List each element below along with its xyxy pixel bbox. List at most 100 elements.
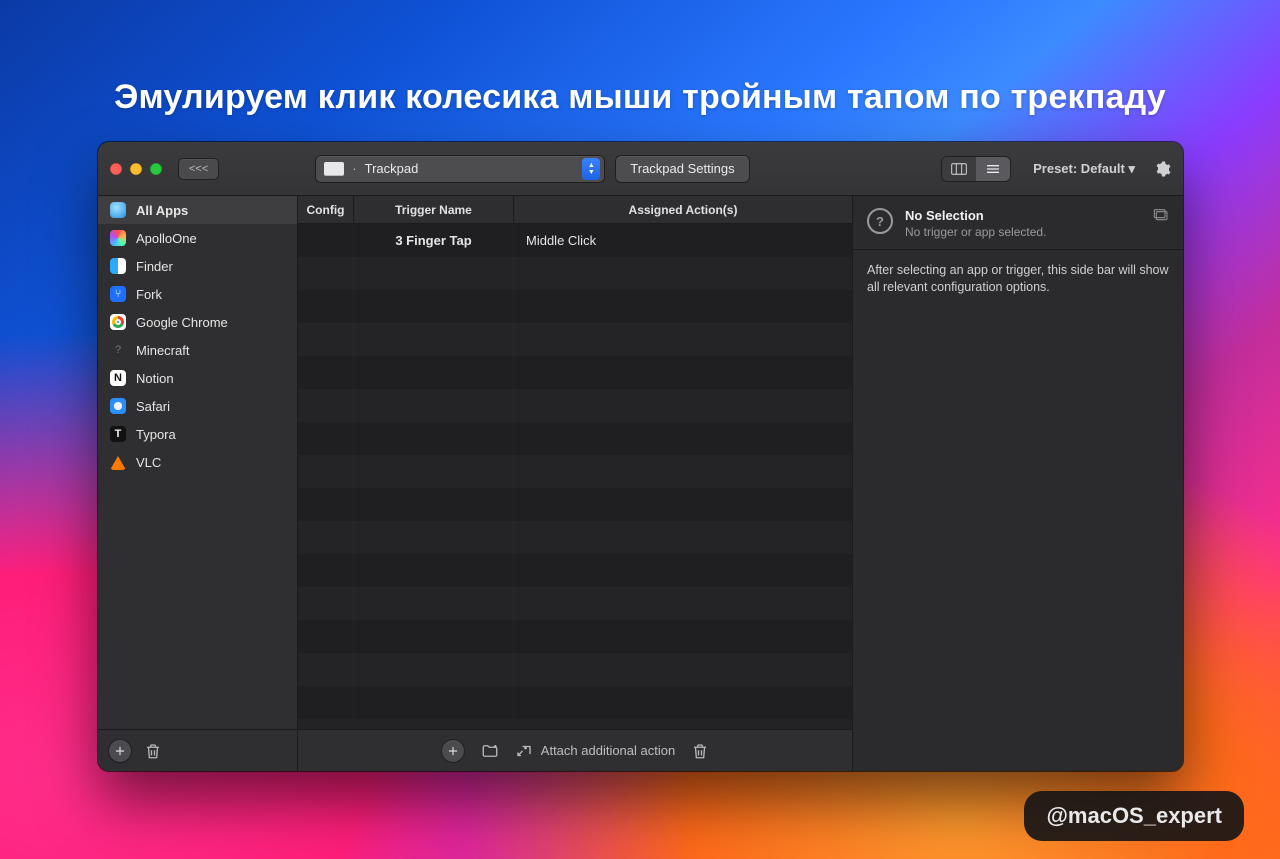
add-group-button[interactable] [481,742,499,760]
sidebar-item[interactable]: TTypora [98,420,297,448]
cell-config [298,587,354,620]
cell-config [298,389,354,422]
attach-icon [515,742,533,760]
table-row [298,554,852,587]
table-row [298,587,852,620]
table-row [298,620,852,653]
view-mode-toggle[interactable] [941,156,1011,182]
cell-config [298,323,354,356]
add-trigger-button[interactable] [441,739,465,763]
mc-icon: ? [110,342,126,358]
cell-action [514,620,852,653]
cell-action [514,422,852,455]
cell-action [514,521,852,554]
sidebar-item[interactable]: NNotion [98,364,297,392]
help-icon: ? [867,208,893,234]
minimize-window-button[interactable] [130,163,142,175]
table-row [298,290,852,323]
apollo-icon [110,230,126,246]
cell-trigger [354,686,514,719]
cell-trigger [354,389,514,422]
cell-trigger [354,356,514,389]
cell-config [298,224,354,257]
sidebar-item[interactable]: ?Minecraft [98,336,297,364]
add-app-button[interactable] [108,739,132,763]
trigger-footer: Attach additional action [298,729,853,771]
close-window-button[interactable] [110,163,122,175]
gear-icon [1153,160,1171,178]
sidebar-footer [98,729,297,771]
table-row [298,686,852,719]
sidebar-item[interactable]: VLC [98,448,297,476]
sidebar-item-label: VLC [136,455,161,470]
inspector-header: ? No Selection No trigger or app selecte… [853,196,1183,250]
cell-trigger [354,257,514,290]
zoom-window-button[interactable] [150,163,162,175]
cell-config [298,488,354,521]
back-button[interactable]: <<< [178,158,219,180]
safari-icon [110,398,126,414]
plus-icon [113,744,127,758]
attach-action-button[interactable]: Attach additional action [515,742,675,760]
dropdown-separator-dot: · [352,161,356,176]
sidebar-item[interactable]: Safari [98,392,297,420]
cell-trigger [354,290,514,323]
cell-action [514,257,852,290]
col-header-config[interactable]: Config [298,196,354,223]
cell-action [514,587,852,620]
globe-icon [110,202,126,218]
delete-app-button[interactable] [144,742,162,760]
detach-inspector-button[interactable] [1153,208,1169,225]
cell-action [514,686,852,719]
cell-trigger [354,323,514,356]
col-header-action[interactable]: Assigned Action(s) [514,196,852,223]
cell-action [514,653,852,686]
columns-icon [951,163,967,175]
sidebar-item[interactable]: Finder [98,252,297,280]
cell-trigger [354,422,514,455]
trash-icon [144,742,162,760]
sidebar-item-label: Safari [136,399,170,414]
cell-config [298,290,354,323]
overlay-title: Эмулируем клик колесика мыши тройным тап… [0,78,1280,117]
table-header: Config Trigger Name Assigned Action(s) [298,196,852,224]
sidebar-item[interactable]: ⑂Fork [98,280,297,308]
delete-trigger-button[interactable] [691,742,709,760]
table-row[interactable]: 3 Finger TapMiddle Click [298,224,852,257]
sidebar-item-label: Google Chrome [136,315,228,330]
trigger-table: Config Trigger Name Assigned Action(s) 3… [298,196,853,729]
cell-trigger [354,653,514,686]
device-dropdown[interactable]: · Trackpad ▲▼ [315,155,605,183]
cell-trigger [354,521,514,554]
fork-icon: ⑂ [110,286,126,302]
trackpad-icon [324,162,344,176]
view-columns-button[interactable] [942,157,976,181]
window-icon [1153,208,1169,222]
watermark: @macOS_expert [1024,791,1244,841]
cell-config [298,521,354,554]
sidebar-item[interactable]: Google Chrome [98,308,297,336]
table-row [298,455,852,488]
cell-action [514,488,852,521]
notion-icon: N [110,370,126,386]
app-window: <<< · Trackpad ▲▼ Trackpad Settings Pres… [98,142,1183,771]
plus-icon [446,744,460,758]
cell-config [298,653,354,686]
cell-config [298,554,354,587]
inspector-subtitle: No trigger or app selected. [905,225,1046,239]
sidebar-item-label: Finder [136,259,173,274]
col-header-trigger[interactable]: Trigger Name [354,196,514,223]
window-controls [110,163,162,175]
view-list-button[interactable] [976,157,1010,181]
settings-gear-button[interactable] [1153,160,1171,178]
cell-trigger [354,587,514,620]
sidebar-item[interactable]: ApolloOne [98,224,297,252]
trackpad-settings-button[interactable]: Trackpad Settings [615,155,749,183]
inspector-body: After selecting an app or trigger, this … [853,250,1183,308]
sidebar-item[interactable]: All Apps [98,196,297,224]
table-row [298,488,852,521]
chrome-icon [110,314,126,330]
table-row [298,521,852,554]
preset-dropdown[interactable]: Preset: Default ▾ [1033,161,1135,177]
inspector-title: No Selection [905,208,1046,223]
